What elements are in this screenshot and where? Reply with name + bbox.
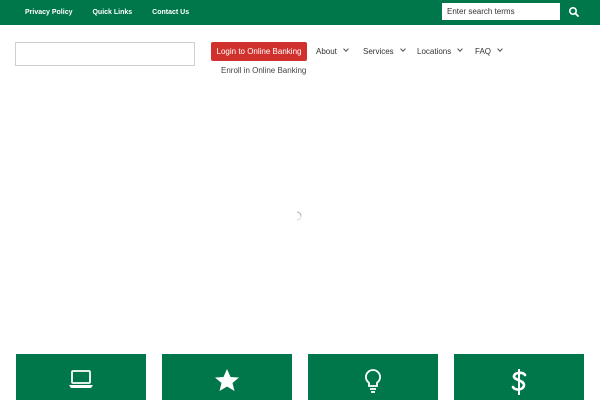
quick-links-link[interactable]: Quick Links [92,9,132,16]
nav-locations[interactable]: Locations [417,46,464,56]
laptop-icon [69,370,93,388]
top-links: Privacy Policy Quick Links Contact Us [25,0,209,25]
nav-about-label: About [316,47,337,56]
enroll-online-banking-link[interactable]: Enroll in Online Banking [221,66,306,75]
contact-us-link[interactable]: Contact Us [152,9,189,16]
top-bar: Privacy Policy Quick Links Contact Us [0,0,600,25]
lightbulb-icon [365,369,381,393]
privacy-policy-link[interactable]: Privacy Policy [25,9,72,16]
search-input[interactable] [442,3,560,20]
star-icon [215,369,239,391]
loading-spinner-icon [291,209,303,221]
nav-locations-label: Locations [417,47,452,56]
dollar-icon [511,369,527,395]
nav-about[interactable]: About [316,46,349,56]
chevron-down-icon [497,46,503,52]
login-online-banking-button[interactable]: Login to Online Banking [211,42,307,61]
nav-faq-label: FAQ [475,47,492,56]
chevron-down-icon [343,46,349,52]
nav-faq[interactable]: FAQ [475,46,503,56]
logo-box[interactable] [15,42,195,66]
card-rates[interactable] [454,354,584,400]
nav-services[interactable]: Services [363,46,406,56]
search-icon[interactable] [566,4,582,20]
card-ideas[interactable] [308,354,438,400]
card-favorites[interactable] [162,354,292,400]
chevron-down-icon [399,46,406,52]
nav-services-label: Services [363,47,394,56]
chevron-down-icon [457,46,464,52]
card-online-banking[interactable] [16,354,146,400]
